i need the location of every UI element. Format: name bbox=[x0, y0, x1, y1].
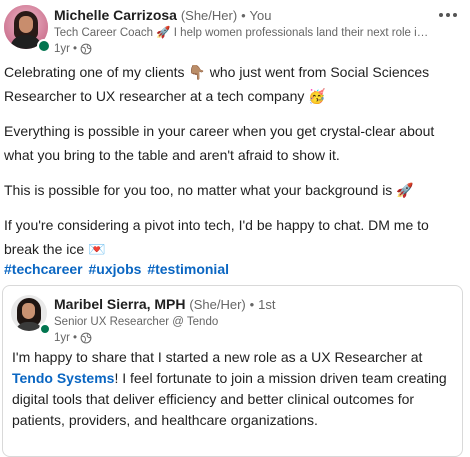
shared-post-card[interactable]: Maribel Sierra, MPH (She/Her) • 1st Seni… bbox=[2, 285, 463, 457]
separator-dot: • bbox=[249, 297, 255, 312]
online-status-icon bbox=[39, 323, 51, 335]
post-paragraph: This is possible for you too, no matter … bbox=[4, 182, 414, 198]
post-paragraph: Celebrating one of my clients 👇🏽 who jus… bbox=[4, 64, 430, 104]
dot-icon bbox=[446, 13, 450, 17]
hashtag-link[interactable]: #techcareer bbox=[4, 261, 83, 277]
post-time: 1yr bbox=[54, 43, 70, 55]
post-paragraph: Everything is possible in your career wh… bbox=[4, 123, 435, 163]
globe-icon bbox=[80, 332, 92, 344]
globe-icon bbox=[80, 43, 92, 55]
shared-text-before: I'm happy to share that I started a new … bbox=[12, 349, 423, 365]
post-timestamp-row: 1yr • bbox=[54, 41, 434, 57]
shared-post-time: 1yr bbox=[54, 332, 70, 344]
dot-icon bbox=[453, 13, 457, 17]
connection-degree: 1st bbox=[258, 297, 276, 312]
online-status-icon bbox=[37, 39, 51, 53]
shared-author-pronouns: (She/Her) bbox=[189, 297, 246, 312]
hashtag-row: #techcareer #uxjobs #testimonial bbox=[4, 258, 231, 280]
shared-author-name[interactable]: Maribel Sierra, MPH bbox=[54, 296, 186, 312]
post-header: Michelle Carrizosa (She/Her) • You Tech … bbox=[4, 5, 466, 55]
shared-post-text: I'm happy to share that I started a new … bbox=[12, 347, 452, 431]
post-paragraph: If you're considering a pivot into tech,… bbox=[4, 217, 429, 257]
feed-post: Michelle Carrizosa (She/Her) • You Tech … bbox=[0, 0, 470, 457]
more-options-button[interactable] bbox=[434, 5, 462, 25]
hashtag-link[interactable]: #testimonial bbox=[147, 261, 229, 277]
separator-dot: • bbox=[241, 8, 246, 23]
post-body: Celebrating one of my clients 👇🏽 who jus… bbox=[4, 60, 464, 261]
company-link[interactable]: Tendo Systems bbox=[12, 370, 114, 386]
shared-author-headline: Senior UX Researcher @ Tendo bbox=[54, 316, 219, 328]
author-name[interactable]: Michelle Carrizosa bbox=[54, 7, 177, 23]
shared-author-meta: Maribel Sierra, MPH (She/Her) • 1st Seni… bbox=[54, 295, 449, 346]
hashtag-link[interactable]: #uxjobs bbox=[89, 261, 142, 277]
author-meta: Michelle Carrizosa (She/Her) • You Tech … bbox=[54, 6, 434, 57]
author-pronouns: (She/Her) bbox=[180, 8, 238, 23]
shared-timestamp-row: 1yr • bbox=[54, 330, 449, 346]
separator-dot: • bbox=[72, 332, 78, 344]
author-headline: Tech Career Coach 🚀 I help women profess… bbox=[54, 27, 429, 39]
separator-dot: • bbox=[72, 43, 78, 55]
dot-icon bbox=[439, 13, 443, 17]
relation-label: You bbox=[249, 8, 272, 23]
